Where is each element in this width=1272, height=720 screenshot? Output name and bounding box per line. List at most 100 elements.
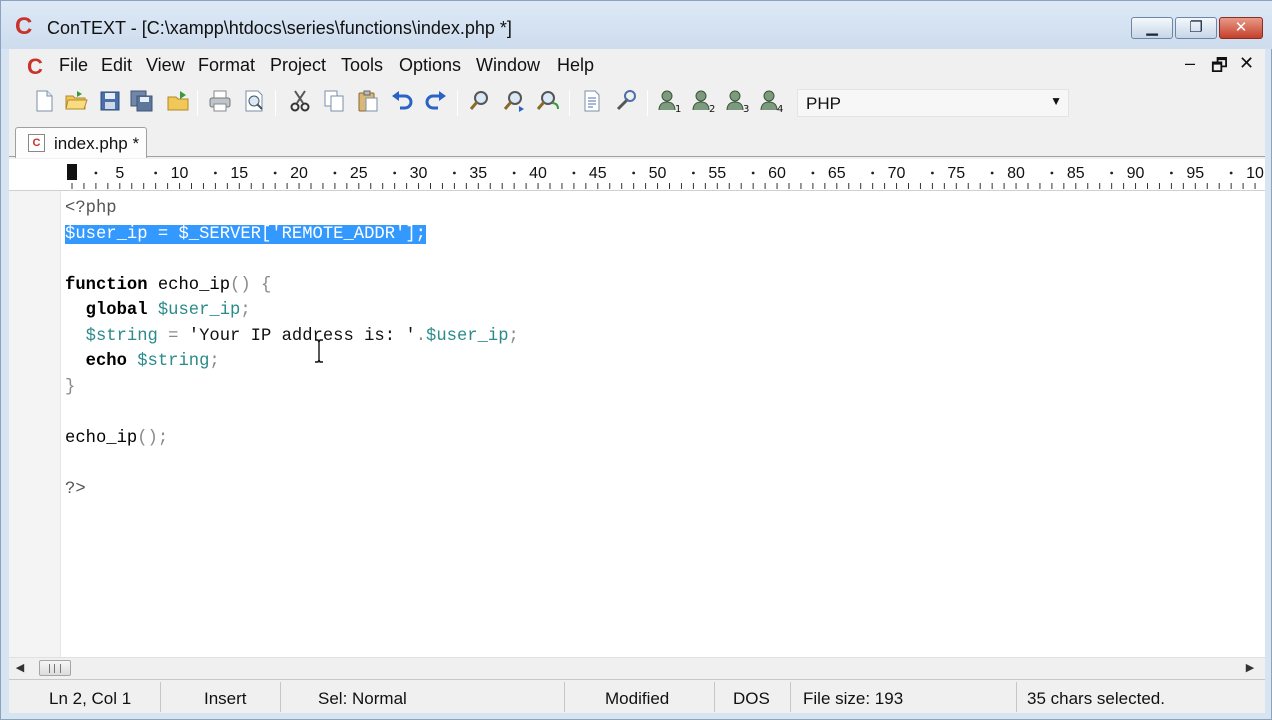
code-line[interactable]: ​ (65, 400, 519, 426)
svg-text:3: 3 (743, 104, 749, 114)
paste-icon[interactable] (355, 88, 381, 114)
ruler-label: 90 (1127, 165, 1145, 182)
code-line[interactable]: ​ (65, 247, 519, 273)
code-line[interactable]: ​ (65, 451, 519, 477)
mdi-close-icon[interactable]: ✕ (1239, 53, 1254, 74)
minimize-button[interactable]: ▁ (1131, 17, 1173, 39)
menu-view[interactable]: View (146, 55, 185, 76)
status-mode-cell: Insert (161, 682, 281, 712)
save-all-icon[interactable] (129, 88, 155, 114)
status-file-size-cell: File size: 193 (791, 682, 1017, 712)
status-modified-cell: Modified (565, 682, 715, 712)
code-token: $user_ip (147, 301, 241, 320)
menu-project[interactable]: Project (270, 55, 326, 76)
ruler-dot (811, 171, 815, 175)
user-command-1-icon[interactable]: 1 (657, 88, 683, 114)
ruler-label: 15 (230, 165, 248, 182)
ruler-dot (990, 171, 994, 175)
mdi-minimize-icon[interactable]: – (1185, 53, 1195, 74)
chevron-down-icon[interactable]: ▼ (1050, 94, 1062, 108)
ruler-label: 55 (708, 165, 726, 182)
convert-icon[interactable] (579, 88, 605, 114)
ruler-label: 35 (469, 165, 487, 182)
scroll-left-icon[interactable]: ◀ (13, 660, 27, 676)
user-command-2-icon[interactable]: 2 (691, 88, 717, 114)
code-token: ; (240, 301, 251, 320)
code-line[interactable]: <?php (65, 196, 519, 222)
status-selection-info-cell: 35 chars selected. (1017, 682, 1265, 712)
editor-gutter[interactable] (9, 191, 61, 657)
menu-file[interactable]: File (59, 55, 88, 76)
code-line[interactable]: echo $string; (65, 349, 519, 375)
tools-icon[interactable] (613, 88, 639, 114)
copy-icon[interactable] (321, 88, 347, 114)
ruler-dot (751, 171, 755, 175)
ruler-dot (154, 171, 158, 175)
ruler-dot (393, 171, 397, 175)
save-icon[interactable] (97, 88, 123, 114)
code-line[interactable]: $string = 'Your IP address is: '.$user_i… (65, 324, 519, 350)
ruler-label: 20 (290, 165, 308, 182)
scroll-right-icon[interactable]: ▶ (1243, 660, 1257, 676)
code-line[interactable]: echo_ip(); (65, 426, 519, 452)
user-command-3-icon[interactable]: 3 (725, 88, 751, 114)
redo-icon[interactable] (423, 88, 449, 114)
print-icon[interactable] (207, 88, 233, 114)
status-line-endings: DOS (733, 689, 770, 708)
menu-edit[interactable]: Edit (101, 55, 132, 76)
menu-options[interactable]: Options (399, 55, 461, 76)
column-ruler: 5 10 15 20 25 30 35 40 45 50 55 60 65 70 75 80 85 90 95 10 (9, 159, 1265, 191)
ruler-dot (1229, 171, 1233, 175)
horizontal-scrollbar[interactable]: ◀ ▶ (9, 657, 1265, 677)
toolbar-separator (197, 90, 198, 116)
code-line[interactable]: $user_ip = $_SERVER['REMOTE_ADDR']; (65, 222, 519, 248)
code-line[interactable]: } (65, 375, 519, 401)
ruler-label: 30 (410, 165, 428, 182)
mdi-restore-icon[interactable]: 🗗 (1211, 53, 1228, 83)
menu-format[interactable]: Format (198, 55, 255, 76)
context-app-icon[interactable]: C (15, 15, 37, 39)
scroll-thumb[interactable] (39, 660, 71, 676)
open-folder-icon[interactable] (63, 88, 89, 114)
new-file-icon[interactable] (31, 88, 57, 114)
ruler-label: 75 (947, 165, 965, 182)
ruler-label: 10 (171, 165, 189, 182)
selected-code-token: $user_ip = $_SERVER['REMOTE_ADDR']; (65, 224, 426, 244)
ruler-label: 10 (1246, 165, 1264, 182)
code-token: ?> (65, 479, 86, 499)
find-next-icon[interactable] (501, 88, 527, 114)
code-token: echo_ip (65, 428, 138, 448)
maximize-button[interactable]: ❐ (1175, 17, 1217, 39)
code-token: function (65, 275, 148, 295)
print-preview-icon[interactable] (241, 88, 267, 114)
close-button[interactable]: ✕ (1219, 17, 1263, 39)
open-project-icon[interactable] (165, 88, 191, 114)
undo-icon[interactable] (389, 88, 415, 114)
ruler-dot (871, 171, 875, 175)
code-line[interactable]: global $user_ip; (65, 298, 519, 324)
code-token: ; (209, 352, 220, 371)
ruler-label: 5 (115, 165, 124, 182)
menu-help[interactable]: Help (557, 55, 594, 76)
title-bar[interactable]: C ConTEXT - [C:\xampp\htdocs\series\func… (1, 1, 1272, 49)
find-icon[interactable] (467, 88, 493, 114)
syntax-highlighter-select[interactable]: PHP ▼ (797, 89, 1069, 117)
code-line[interactable]: ?> (65, 477, 519, 503)
code-token: $string (65, 326, 158, 346)
code-editor[interactable]: <?php $user_ip = $_SERVER['REMOTE_ADDR'];… (9, 191, 1265, 657)
code-area[interactable]: <?php $user_ip = $_SERVER['REMOTE_ADDR'];… (65, 196, 519, 502)
code-token: $string (126, 352, 210, 371)
document-menu-icon[interactable]: C (27, 54, 43, 80)
code-line[interactable]: function echo_ip() { (65, 273, 519, 299)
cut-icon[interactable] (287, 88, 313, 114)
ruler-dot (512, 171, 516, 175)
menu-window[interactable]: Window (476, 55, 540, 76)
toolbar-separator (647, 90, 648, 116)
window-title: ConTEXT - [C:\xampp\htdocs\series\functi… (47, 18, 512, 38)
tab-index-php[interactable]: C index.php * (15, 127, 147, 158)
user-command-4-icon[interactable]: 4 (759, 88, 785, 114)
menu-tools[interactable]: Tools (341, 55, 383, 76)
ruler-label: 65 (828, 165, 846, 182)
code-token: } (65, 377, 76, 397)
replace-icon[interactable] (535, 88, 561, 114)
